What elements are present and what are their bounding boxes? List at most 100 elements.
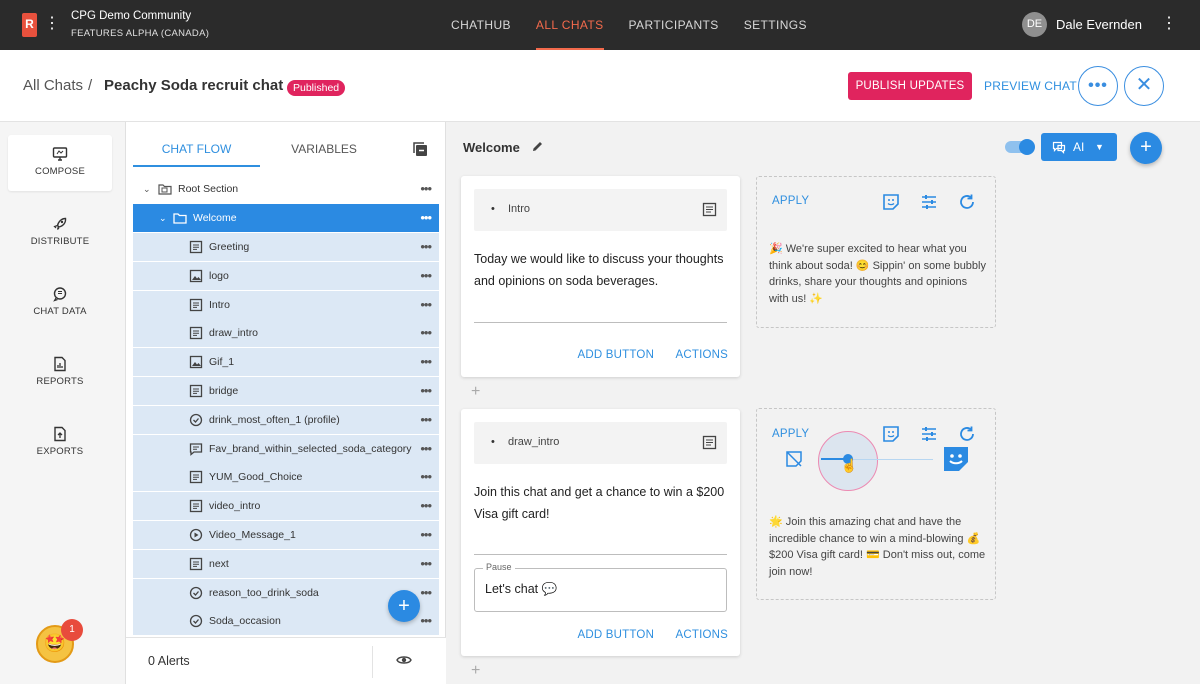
user-name[interactable]: Dale Evernden <box>1056 17 1142 32</box>
row-more-icon[interactable]: ••• <box>420 291 432 319</box>
tree-root-section[interactable]: ⌄ Root Section ••• <box>133 175 439 203</box>
chevron-down-icon[interactable]: ⌄ <box>159 204 167 232</box>
folder-icon <box>158 184 172 195</box>
row-more-icon[interactable]: ••• <box>420 204 432 232</box>
tree-label: Welcome <box>193 212 237 224</box>
card-header[interactable]: • draw_intro <box>474 422 727 464</box>
row-more-icon[interactable]: ••• <box>420 521 432 549</box>
refresh-icon[interactable] <box>958 193 976 211</box>
rail-compose[interactable]: COMPOSE <box>8 135 112 191</box>
user-menu-icon[interactable]: ⋮ <box>1161 15 1177 33</box>
more-options-button[interactable]: ••• <box>1078 66 1118 106</box>
eye-refresh-icon[interactable] <box>396 653 412 667</box>
emoji-slider[interactable]: ☝ <box>785 431 975 491</box>
ai-dropdown-button[interactable]: AI ▼ <box>1041 133 1117 161</box>
chevron-down-icon[interactable]: ⌄ <box>143 175 151 203</box>
add-button-link[interactable]: ADD BUTTON <box>578 629 655 641</box>
tree-section-welcome[interactable]: ⌄ Welcome ••• <box>133 204 439 232</box>
sliders-icon[interactable] <box>920 193 938 211</box>
row-more-icon[interactable]: ••• <box>420 175 432 203</box>
tree-item[interactable]: Video_Message_1 ••• <box>133 521 439 549</box>
rail-distribute[interactable]: DISTRIBUTE <box>8 205 112 261</box>
row-more-icon[interactable]: ••• <box>420 550 432 578</box>
pause-label: Pause <box>483 562 515 572</box>
close-button[interactable]: ✕ <box>1124 66 1164 106</box>
ai-toggle[interactable] <box>1005 139 1035 155</box>
row-more-icon[interactable]: ••• <box>420 579 432 607</box>
rail-chat-data[interactable]: CHAT DATA <box>8 275 112 331</box>
text-block-icon <box>702 202 717 217</box>
tree-item[interactable]: drink_most_often_1 (profile) ••• <box>133 405 439 434</box>
nav-chathub[interactable]: CHATHUB <box>451 0 511 50</box>
tree-item[interactable]: logo ••• <box>133 261 439 290</box>
row-more-icon[interactable]: ••• <box>420 319 432 347</box>
row-more-icon[interactable]: ••• <box>420 607 432 635</box>
actions-link[interactable]: ACTIONS <box>675 349 728 361</box>
row-more-icon[interactable]: ••• <box>420 262 432 290</box>
edit-pencil-icon[interactable] <box>531 140 544 153</box>
preview-chat-button[interactable]: PREVIEW CHAT <box>984 79 1077 93</box>
message-text[interactable]: Join this chat and get a chance to win a… <box>474 481 726 525</box>
tree-item[interactable]: YUM_Good_Choice ••• <box>133 463 439 492</box>
tree-item[interactable]: video_intro ••• <box>133 492 439 521</box>
nav-all-chats[interactable]: ALL CHATS <box>535 0 604 50</box>
rail-exports[interactable]: EXPORTS <box>8 415 112 471</box>
message-card[interactable]: • draw_intro Join this chat and get a ch… <box>461 409 740 656</box>
tree-item[interactable]: Intro ••• <box>133 290 439 319</box>
no-emoji-icon <box>786 451 802 467</box>
report-icon <box>54 356 66 372</box>
apply-button[interactable]: APPLY <box>772 428 809 440</box>
tree-item[interactable]: Greeting ••• <box>133 233 439 261</box>
publish-updates-button[interactable]: PUBLISH UPDATES <box>848 72 972 100</box>
app-menu-icon[interactable]: ⋮ <box>44 15 60 33</box>
ai-suggestion-panel: APPLY ☝ 🌟 Join this amazing chat and hav… <box>756 408 996 600</box>
row-more-icon[interactable]: ••• <box>420 463 432 491</box>
row-more-icon[interactable]: ••• <box>420 406 432 434</box>
add-item-button[interactable]: + <box>388 590 420 622</box>
collapse-all-icon[interactable] <box>411 140 429 158</box>
tree-item[interactable]: draw_intro ••• <box>133 319 439 348</box>
ai-suggestion-text[interactable]: 🎉 We're super excited to hear what you t… <box>769 241 987 307</box>
app-logo[interactable]: R <box>22 13 37 37</box>
card-name: draw_intro <box>508 436 560 448</box>
tree-label: Greeting <box>209 241 250 253</box>
tree-item[interactable]: Gif_1 ••• <box>133 348 439 377</box>
message-card[interactable]: • Intro Today we would like to discuss y… <box>461 176 740 377</box>
row-more-icon[interactable]: ••• <box>420 492 432 520</box>
row-more-icon[interactable]: ••• <box>420 377 432 405</box>
tree-item[interactable]: bridge ••• <box>133 377 439 405</box>
bullet-icon: • <box>491 203 495 215</box>
nav-participants[interactable]: PARTICIPANTS <box>629 0 719 50</box>
rail-reports[interactable]: REPORTS <box>8 345 112 401</box>
tree-item[interactable]: next ••• <box>133 549 439 578</box>
row-more-icon[interactable]: ••• <box>420 435 432 463</box>
insert-block-icon[interactable]: + <box>471 383 480 401</box>
image-icon <box>189 356 203 369</box>
pause-field[interactable]: Pause Let's chat 💬 <box>474 562 727 612</box>
plus-icon: + <box>398 595 410 617</box>
insert-block-icon[interactable]: + <box>471 662 480 680</box>
add-block-button[interactable]: + <box>1130 132 1162 164</box>
message-text[interactable]: Today we would like to discuss your thou… <box>474 248 726 292</box>
card-header[interactable]: • Intro <box>474 189 727 231</box>
nav-settings[interactable]: SETTINGS <box>744 0 807 50</box>
monitor-icon <box>52 147 68 161</box>
chat-icon <box>189 442 203 456</box>
breadcrumb-all-chats[interactable]: All Chats <box>23 77 83 94</box>
apply-button[interactable]: APPLY <box>772 195 809 207</box>
tree-item[interactable]: Fav_brand_within_selected_soda_category •… <box>133 434 439 463</box>
rail-label: COMPOSE <box>35 166 85 177</box>
card-actions: ADD BUTTON ACTIONS <box>560 629 728 641</box>
alerts-count[interactable]: 0 Alerts <box>148 654 190 668</box>
user-avatar[interactable]: DE <box>1022 12 1047 37</box>
actions-link[interactable]: ACTIONS <box>675 629 728 641</box>
row-more-icon[interactable]: ••• <box>420 348 432 376</box>
sticker-icon[interactable] <box>882 193 900 211</box>
ai-suggestion-text[interactable]: 🌟 Join this amazing chat and have the in… <box>769 514 987 580</box>
tab-chat-flow[interactable]: CHAT FLOW <box>133 135 260 167</box>
org-switcher[interactable]: CPG Demo Community FEATURES ALPHA (CANAD… <box>71 10 209 39</box>
tab-variables[interactable]: VARIABLES <box>264 135 384 167</box>
add-button-link[interactable]: ADD BUTTON <box>578 349 655 361</box>
image-icon <box>189 269 203 282</box>
row-more-icon[interactable]: ••• <box>420 233 432 261</box>
